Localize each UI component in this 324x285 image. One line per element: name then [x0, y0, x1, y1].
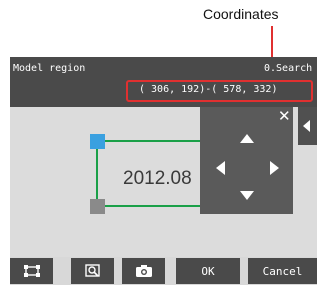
ok-button[interactable]: OK: [176, 258, 240, 284]
zoom-icon: [84, 264, 100, 277]
capture-button[interactable]: [122, 258, 165, 284]
coordinates-callout-line: [271, 26, 273, 61]
region-icon: [23, 265, 40, 277]
bottom-toolbar: OK Cancel: [10, 257, 317, 285]
coordinates-callout-label: Coordinates: [203, 6, 279, 22]
camera-image[interactable]: 2012.08 ✕: [10, 107, 317, 257]
camera-icon: [135, 265, 152, 277]
chevron-left-icon: [303, 120, 310, 132]
cancel-button[interactable]: Cancel: [248, 258, 317, 284]
arrow-right-icon[interactable]: [270, 161, 279, 175]
cancel-label: Cancel: [262, 264, 303, 278]
close-icon[interactable]: ✕: [278, 109, 291, 124]
region-handle-bottom-left[interactable]: [90, 199, 105, 214]
region-handle-top-left[interactable]: [90, 134, 105, 149]
coordinates-readout: ( 306, 192)-( 578, 332): [139, 84, 278, 95]
mode-label: 0.Search: [264, 63, 313, 74]
side-panel-tab[interactable]: [298, 107, 317, 145]
region-button[interactable]: [10, 258, 53, 284]
ok-label: OK: [201, 264, 215, 278]
title-bar: Model region 0.Search ( 306, 192)-( 578,…: [10, 57, 317, 107]
zoom-button[interactable]: [71, 258, 114, 284]
arrow-left-icon[interactable]: [216, 161, 225, 175]
device-screen: Model region 0.Search ( 306, 192)-( 578,…: [10, 57, 317, 285]
arrow-up-icon[interactable]: [240, 134, 254, 143]
arrow-key-panel: ✕: [200, 107, 293, 214]
screen-title: Model region: [13, 63, 86, 74]
arrow-down-icon[interactable]: [240, 191, 254, 200]
